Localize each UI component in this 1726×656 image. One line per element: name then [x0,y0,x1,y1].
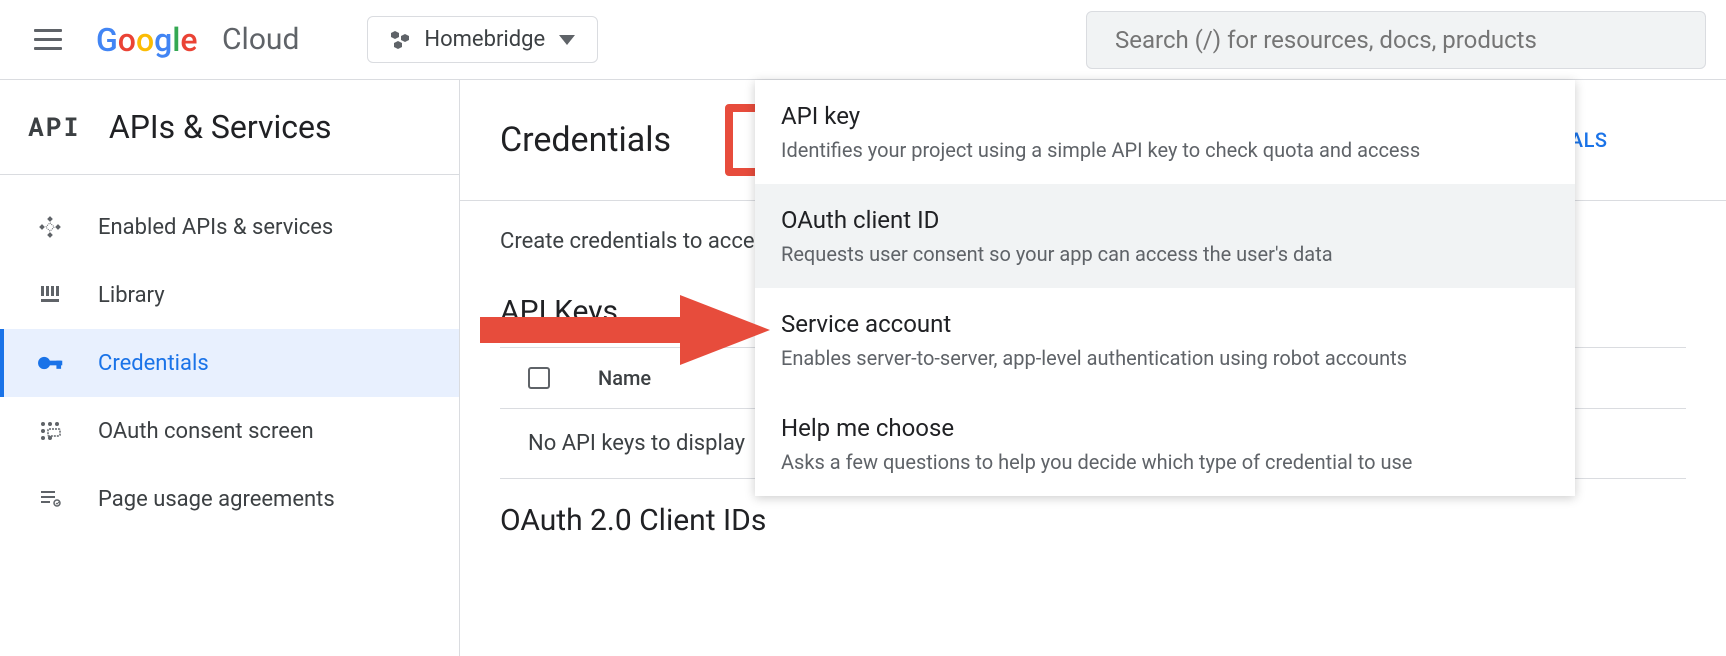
api-icon: API [28,110,81,144]
menu-item-service-account[interactable]: Service account Enables server-to-server… [755,288,1575,392]
page-title: Credentials [500,120,671,160]
menu-item-desc: Asks a few questions to help you decide … [781,450,1549,474]
sidebar-item-oauth-consent[interactable]: OAuth consent screen [0,397,459,465]
sidebar-item-label: OAuth consent screen [98,419,314,444]
project-name: Homebridge [424,27,545,52]
menu-item-desc: Enables server-to-server, app-level auth… [781,346,1549,370]
menu-item-desc: Identifies your project using a simple A… [781,138,1549,162]
project-picker[interactable]: Homebridge [367,16,598,63]
sidebar-nav: Enabled APIs & services Library Credenti… [0,175,459,533]
consent-icon [36,417,64,445]
menu-item-title: Service account [781,310,1549,338]
sidebar-item-label: Enabled APIs & services [98,215,333,240]
oauth-clients-heading: OAuth 2.0 Client IDs [500,503,1686,538]
agreement-icon [36,485,64,513]
chevron-down-icon [559,35,575,45]
svg-text:Google: Google [96,21,198,59]
sidebar-item-label: Credentials [98,351,209,376]
menu-item-oauth-client-id[interactable]: OAuth client ID Requests user consent so… [755,184,1575,288]
sidebar-title: APIs & Services [109,108,332,146]
menu-item-help-choose[interactable]: Help me choose Asks a few questions to h… [755,392,1575,496]
sidebar-item-credentials[interactable]: Credentials [0,329,459,397]
key-icon [36,349,64,377]
sidebar-item-label: Library [98,283,165,308]
sidebar-item-page-usage[interactable]: Page usage agreements [0,465,459,533]
search-bar[interactable] [1086,11,1706,69]
create-credentials-menu: API key Identifies your project using a … [755,80,1575,496]
menu-item-title: Help me choose [781,414,1549,442]
sidebar-header: API APIs & Services [0,80,459,175]
sidebar-item-label: Page usage agreements [98,487,335,512]
search-input[interactable] [1115,26,1677,54]
select-all-checkbox[interactable] [528,367,550,389]
menu-item-title: API key [781,102,1549,130]
google-logo-icon: Google [96,21,214,59]
library-icon [36,281,64,309]
sidebar-item-enabled-apis[interactable]: Enabled APIs & services [0,193,459,261]
menu-icon[interactable] [28,23,68,56]
cloud-label: Cloud [222,22,299,57]
column-name: Name [598,366,651,390]
menu-item-title: OAuth client ID [781,206,1549,234]
diamond-icon [36,213,64,241]
annotation-arrow-icon [480,295,770,369]
menu-item-desc: Requests user consent so your app can ac… [781,242,1549,266]
google-cloud-logo[interactable]: Google Cloud [96,21,299,59]
sidebar-item-library[interactable]: Library [0,261,459,329]
top-bar: Google Cloud Homebridge [0,0,1726,80]
sidebar: API APIs & Services Enabled APIs & servi… [0,80,460,656]
menu-item-api-key[interactable]: API key Identifies your project using a … [755,80,1575,184]
project-icon [390,30,410,50]
